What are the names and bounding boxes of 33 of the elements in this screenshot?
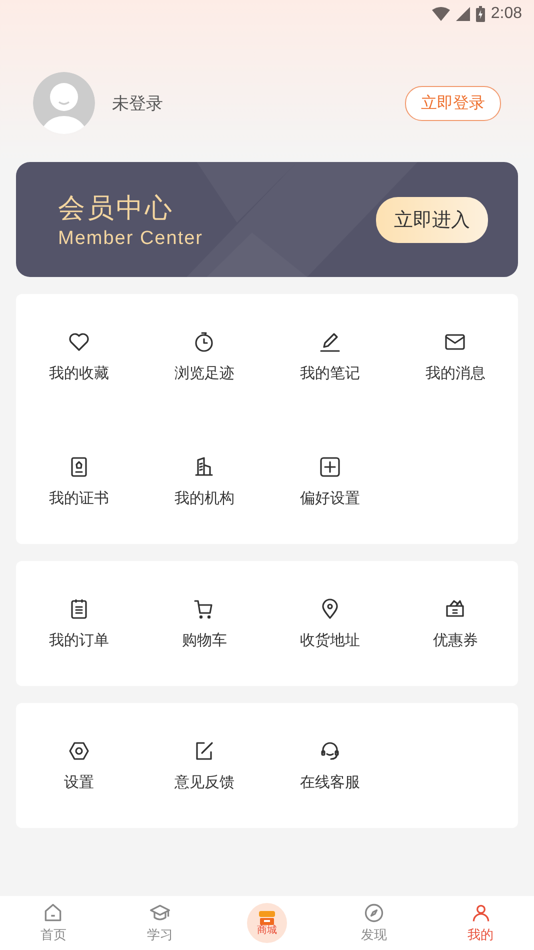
member-subtitle: Member Center [58, 228, 203, 250]
menu-item[interactable]: 购物车 [142, 561, 267, 686]
menu-item[interactable]: 我的收藏 [16, 294, 142, 419]
heart-icon [66, 330, 91, 354]
menu-item[interactable]: 我的证书 [16, 419, 142, 544]
plus-square-icon [318, 455, 342, 479]
login-status: 未登录 [112, 92, 164, 114]
settings-icon [66, 739, 91, 763]
avatar-icon [33, 72, 95, 134]
menu-item[interactable]: 我的订单 [16, 561, 142, 686]
member-title: 会员中心 [58, 192, 175, 226]
menu-item[interactable]: 偏好设置 [267, 419, 392, 544]
menu-item[interactable]: 优惠券 [392, 561, 518, 686]
menu-item[interactable]: 意见反馈 [142, 703, 267, 828]
pencil-icon [318, 330, 342, 354]
wifi-icon [432, 7, 450, 21]
menu-item[interactable]: 设置 [16, 703, 142, 828]
menu-item[interactable]: 收货地址 [267, 561, 392, 686]
nav-tab[interactable]: 发现 [320, 896, 428, 950]
shop-icon: 商城 [246, 903, 287, 943]
nav-tab[interactable]: 学习 [106, 896, 214, 950]
menu-item[interactable]: 在线客服 [267, 703, 392, 828]
enter-button[interactable]: 立即进入 [376, 196, 488, 242]
nav-tab[interactable]: 我的 [427, 896, 534, 950]
menu-item[interactable]: 我的笔记 [267, 294, 392, 419]
nav-tab[interactable]: 首页 [0, 896, 107, 950]
menu-item[interactable]: 浏览足迹 [142, 294, 267, 419]
menu-item[interactable]: 我的机构 [142, 419, 267, 544]
member-card[interactable]: 会员中心 Member Center 立即进入 [16, 162, 518, 277]
status-time: 2:08 [490, 5, 522, 23]
battery-icon [476, 6, 485, 22]
menu-item[interactable]: 我的消息 [392, 294, 518, 419]
signal-icon [456, 7, 470, 21]
